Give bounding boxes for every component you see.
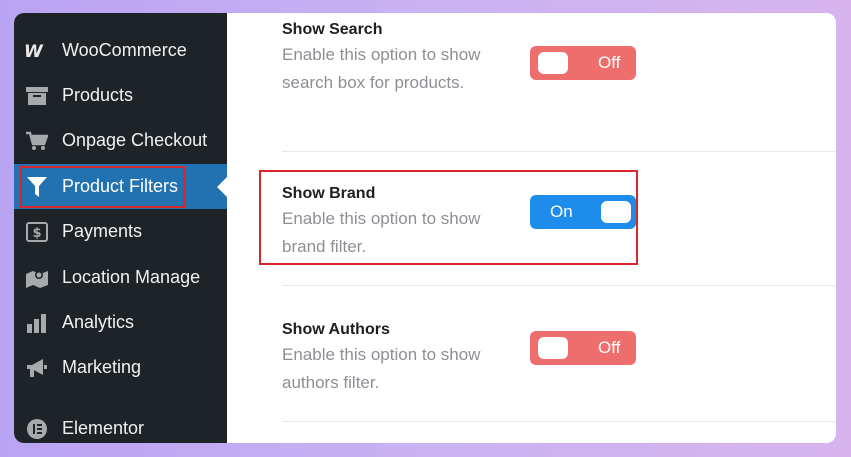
sidebar-item-label: Marketing — [62, 357, 142, 377]
divider — [282, 285, 836, 286]
divider — [282, 421, 836, 422]
cart-icon — [24, 128, 50, 154]
setting-description: Enable this option to show authors filte… — [282, 345, 481, 392]
toggle-label: Off — [598, 338, 621, 357]
setting-show-authors: Show Authors Enable this option to show … — [282, 320, 542, 397]
admin-sidebar: W WooCommerce Products Onpage Checkout P… — [14, 13, 227, 443]
screenshot-frame: W WooCommerce Products Onpage Checkout P… — [14, 13, 836, 443]
setting-title: Show Search — [282, 21, 383, 38]
sidebar-item-location-manage[interactable]: Location Manage — [14, 255, 227, 300]
sidebar-item-payments[interactable]: $ Payments — [14, 209, 227, 254]
dollar-icon: $ — [24, 219, 50, 245]
setting-title: Show Authors — [282, 321, 390, 338]
svg-text:W: W — [24, 43, 44, 59]
sidebar-item-marketing[interactable]: Marketing — [14, 345, 227, 390]
toggle-knob — [538, 52, 568, 74]
sidebar-item-label: Onpage Checkout — [62, 130, 208, 150]
archive-box-icon — [24, 83, 50, 109]
sidebar-item-elementor[interactable]: Elementor — [14, 406, 227, 443]
show-brand-highlight — [259, 170, 638, 265]
setting-show-search: Show Search Enable this option to show s… — [282, 20, 542, 97]
bar-chart-icon — [24, 310, 50, 336]
sidebar-item-label: Products — [62, 85, 134, 105]
svg-text:$: $ — [32, 226, 41, 241]
sidebar-item-products[interactable]: Products — [14, 73, 227, 118]
setting-description: Enable this option to show search box fo… — [282, 45, 481, 92]
sidebar-item-label: Location Manage — [62, 267, 201, 287]
megaphone-icon — [24, 355, 50, 381]
woocommerce-icon: W — [24, 38, 50, 64]
sidebar-item-woocommerce[interactable]: W WooCommerce — [14, 28, 227, 73]
sidebar-item-onpage-checkout[interactable]: Onpage Checkout — [14, 118, 227, 163]
sidebar-item-analytics[interactable]: Analytics — [14, 300, 227, 345]
toggle-label: Off — [598, 53, 621, 72]
show-search-toggle[interactable]: Off — [530, 46, 636, 80]
show-authors-toggle[interactable]: Off — [530, 331, 636, 365]
active-item-highlight — [20, 166, 185, 208]
sidebar-item-label: WooCommerce — [62, 40, 187, 60]
divider — [282, 151, 836, 152]
sidebar-item-label: Elementor — [62, 418, 145, 438]
map-pin-icon — [24, 265, 50, 291]
elementor-icon — [24, 416, 50, 442]
sidebar-item-label: Payments — [62, 221, 143, 241]
sidebar-item-label: Analytics — [62, 312, 135, 332]
toggle-knob — [538, 337, 568, 359]
